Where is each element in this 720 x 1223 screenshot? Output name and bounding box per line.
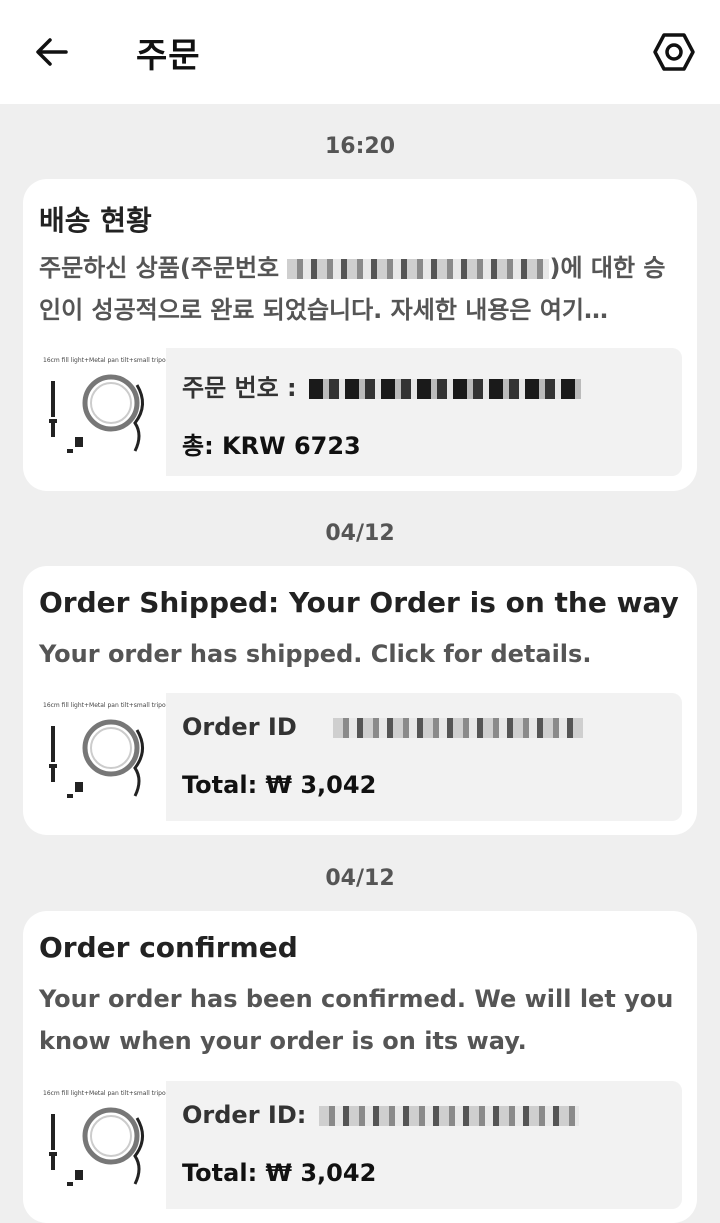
order-summary: Order ID: Total: ₩ 3,042 [166,1081,682,1209]
redacted-order-number [287,259,550,279]
redacted-order-id [333,718,584,738]
notification-body: Your order has shipped. Click for detail… [39,640,592,668]
arrow-left-icon [36,38,68,66]
order-total: 총: KRW 6723 [182,432,361,460]
app-header: 주문 [0,0,720,104]
order-total: Total: ₩ 3,042 [182,771,377,799]
hexagon-gear-icon [653,33,695,71]
order-id-label: Order ID [182,713,584,741]
notification-body-text: 주문하신 상품(주문번호 [39,254,280,282]
ring-light-image [49,1107,144,1186]
order-total: Total: ₩ 3,042 [182,1159,377,1187]
order-id-label-text: Order ID [182,713,297,741]
order-id-label-text: Order ID: [182,1101,307,1129]
ring-light-image [49,374,144,453]
order-id-label-text: 주문 번호 : [182,374,297,402]
order-summary: 주문 번호 : 총: KRW 6723 [166,348,682,476]
order-summary: Order ID Total: ₩ 3,042 [166,693,682,821]
product-thumbnail: 16cm fill light+Metal pan tilt+small tri… [39,696,170,804]
settings-button[interactable] [650,30,698,74]
notification-card[interactable]: Order Shipped: Your Order is on the way … [23,566,697,835]
ring-light-image [49,719,144,798]
redacted-order-id [318,1106,579,1126]
timestamp: 04/12 [325,866,395,891]
redacted-order-id [309,379,581,399]
notification-body: Your order has been confirmed. We will l… [39,985,674,1055]
product-thumbnail: 16cm fill light+Metal pan tilt+small tri… [39,351,170,459]
timestamp: 16:20 [324,134,396,159]
notification-title: Order Shipped: Your Order is on the way [39,586,679,619]
back-button[interactable] [30,30,74,74]
notification-title: 배송 현황 [39,204,152,237]
thumbnail-caption: 16cm fill light+Metal pan tilt+small tri… [43,1090,170,1097]
order-id-label: Order ID: [182,1101,579,1129]
order-id-label: 주문 번호 : [182,368,581,403]
notification-title: Order confirmed [39,931,298,964]
notification-body: 주문하신 상품(주문번호 )에 대한 승인이 성공적으로 완료 되었습니다. 자… [39,247,679,331]
thumbnail-caption: 16cm fill light+Metal pan tilt+small tri… [43,702,170,709]
page-title: 주문 [136,36,201,76]
notification-card[interactable]: Order confirmed Your order has been conf… [23,911,697,1223]
timestamp: 04/12 [325,521,395,546]
thumbnail-caption: 16cm fill light+Metal pan tilt+small tri… [43,357,170,364]
product-thumbnail: 16cm fill light+Metal pan tilt+small tri… [39,1084,170,1192]
notification-card[interactable]: 배송 현황 주문하신 상품(주문번호 )에 대한 승인이 성공적으로 완료 되었… [23,179,697,491]
